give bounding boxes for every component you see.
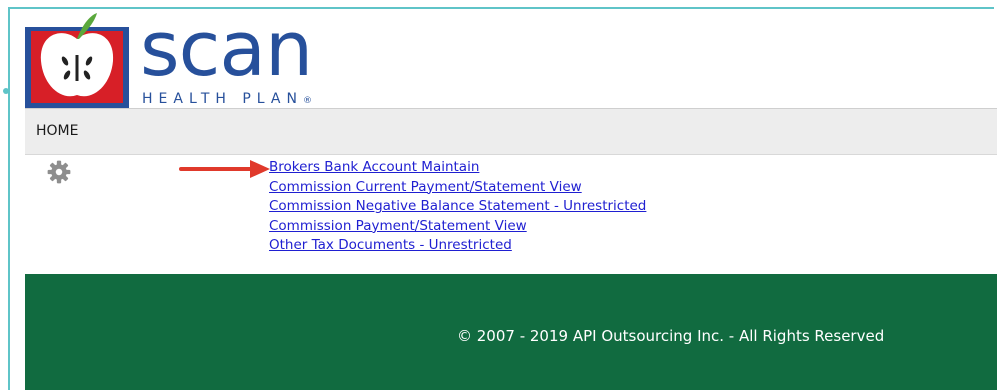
link-other-tax-documents[interactable]: Other Tax Documents - Unrestricted [269,236,646,256]
copyright-text: © 2007 - 2019 API Outsourcing Inc. - All… [457,327,885,345]
gear-icon[interactable] [46,159,72,185]
frame-handle [3,88,9,94]
portal-page: scan HEALTH PLAN® HOME Brokers Bank Acco… [25,9,997,390]
top-nav-bar: HOME [25,108,997,155]
nav-home-link[interactable]: HOME [36,123,78,139]
link-brokers-bank-account-maintain[interactable]: Brokers Bank Account Maintain [269,158,646,178]
scan-logo[interactable]: scan HEALTH PLAN® [25,9,355,109]
registered-mark: ® [302,96,312,106]
brand-tagline-text: HEALTH PLAN [142,91,303,107]
link-commission-current-payment-statement-view[interactable]: Commission Current Payment/Statement Vie… [269,178,646,198]
link-commission-negative-balance-statement[interactable]: Commission Negative Balance Statement - … [269,197,646,217]
menu-links: Brokers Bank Account Maintain Commission… [269,158,646,256]
apple-logo-icon [25,13,129,109]
page-footer: © 2007 - 2019 API Outsourcing Inc. - All… [25,274,997,390]
red-arrow-icon [179,160,270,178]
brand-tagline: HEALTH PLAN® [142,91,312,107]
brand-wordmark: scan [140,4,313,93]
link-commission-payment-statement-view[interactable]: Commission Payment/Statement View [269,217,646,237]
